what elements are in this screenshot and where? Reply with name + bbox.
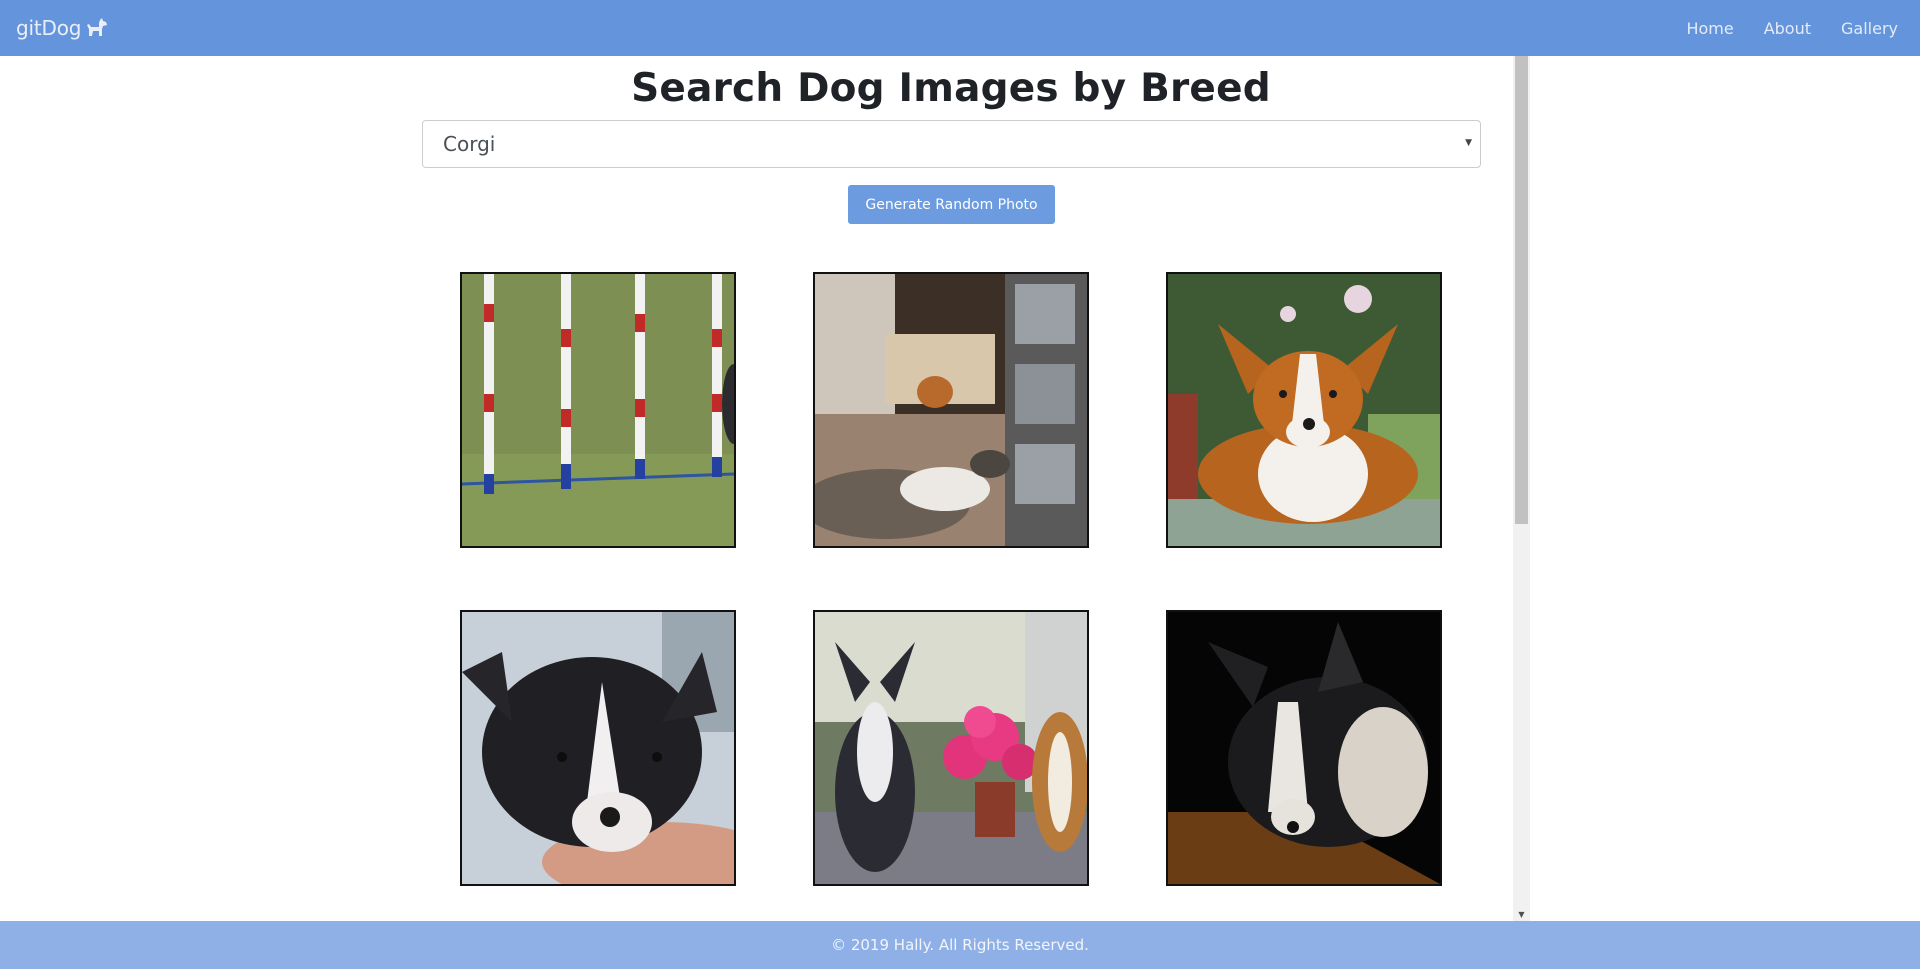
generate-random-photo-button[interactable]: Generate Random Photo: [848, 185, 1055, 224]
corgi-living-room-photo: [815, 274, 1087, 546]
corgi-shadow-photo: [1168, 612, 1440, 884]
gallery-image[interactable]: [813, 272, 1089, 548]
breed-select-value: Corgi: [443, 132, 496, 156]
brand-name: gitDog: [16, 16, 82, 40]
nav-link-gallery[interactable]: Gallery: [1841, 19, 1898, 38]
two-corgis-flowers-photo: [815, 612, 1087, 884]
corgi-puppy-photo: [462, 612, 734, 884]
scroll-down-arrow-icon[interactable]: ▼: [1513, 910, 1530, 919]
gallery-image[interactable]: [460, 272, 736, 548]
weave-poles-photo: [462, 274, 734, 546]
nav-link-about[interactable]: About: [1764, 19, 1811, 38]
scrollbar-thumb[interactable]: [1515, 56, 1528, 524]
footer: © 2019 Hally. All Rights Reserved.: [0, 921, 1920, 969]
footer-copyright: © 2019 Hally. All Rights Reserved.: [831, 936, 1089, 954]
dog-icon: [87, 18, 108, 36]
breed-select[interactable]: Corgi ▼: [422, 120, 1481, 168]
chevron-down-icon: ▼: [1465, 138, 1472, 148]
nav-link-home[interactable]: Home: [1686, 19, 1733, 38]
top-navbar: gitDog Home About Gallery: [0, 0, 1920, 56]
vertical-scrollbar[interactable]: ▼: [1513, 56, 1530, 921]
gallery-image[interactable]: [1166, 272, 1442, 548]
main-content: Search Dog Images by Breed Corgi ▼ Gener…: [0, 56, 1515, 921]
page-title: Search Dog Images by Breed: [631, 66, 1271, 111]
red-white-corgi-photo: [1168, 274, 1440, 546]
gallery-image[interactable]: [460, 610, 736, 886]
gallery-image[interactable]: [813, 610, 1089, 886]
brand-logo[interactable]: gitDog: [16, 16, 108, 40]
gallery-image[interactable]: [1166, 610, 1442, 886]
